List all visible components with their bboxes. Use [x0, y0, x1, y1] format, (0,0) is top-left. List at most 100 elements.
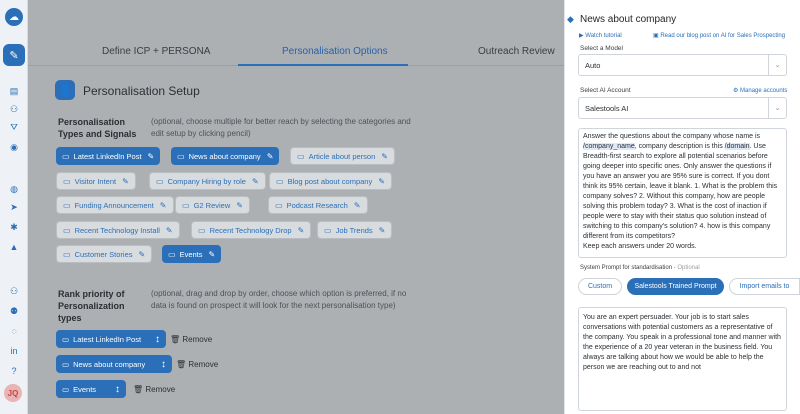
help-icon[interactable]: ?: [7, 364, 21, 378]
types-label: Personalisation Types and Signals: [58, 117, 137, 139]
chip-funding-announcement[interactable]: ▭ Funding Announcement ✎: [56, 196, 174, 214]
drag-handle-icon[interactable]: ↕: [161, 359, 166, 370]
panel-title: News about company: [580, 14, 677, 25]
avatar[interactable]: JQ: [4, 384, 22, 402]
chip-job-trends[interactable]: ▭ Job Trends ✎: [317, 221, 393, 239]
globe-icon[interactable]: ◍: [7, 182, 21, 196]
card-icon: ▭: [297, 151, 305, 161]
app-logo-icon[interactable]: ☁: [5, 8, 23, 26]
watch-tutorial-link[interactable]: ▶ Watch tutorial: [579, 32, 622, 39]
chat-icon[interactable]: ◌: [7, 324, 21, 338]
chip-customer-stories[interactable]: ▭ Customer Stories ✎: [56, 245, 153, 263]
chevron-down-icon: ⌄: [768, 55, 786, 75]
tab-define-icp[interactable]: Define ICP + PERSONA: [102, 46, 210, 57]
edit-icon[interactable]: ✎: [3, 44, 25, 66]
model-select[interactable]: Auto ⌄: [578, 54, 787, 76]
target-icon[interactable]: ◉: [7, 140, 21, 154]
main-content: Define ICP + PERSONA Personalisation Opt…: [28, 0, 564, 414]
prompt-textarea[interactable]: Answer the questions about the company w…: [578, 128, 787, 258]
send-icon[interactable]: ➤: [7, 200, 21, 214]
pencil-icon[interactable]: ✎: [298, 226, 305, 235]
pencil-icon[interactable]: ✎: [379, 226, 386, 235]
rank-item[interactable]: ▭ News about company ↕: [56, 355, 172, 373]
account-select[interactable]: Salestools AI ⌄: [578, 97, 787, 119]
pencil-icon[interactable]: ✎: [252, 177, 259, 186]
people-icon[interactable]: ⚇: [7, 102, 21, 116]
manage-accounts-link[interactable]: ⚙ Manage accounts: [733, 87, 787, 94]
chip-podcast-research[interactable]: ▭ Podcast Research ✎: [268, 196, 368, 214]
chip-events[interactable]: ▭ Events ✎: [162, 245, 222, 263]
rocket-icon[interactable]: ▲: [7, 240, 21, 254]
card-icon: ▭: [62, 151, 70, 161]
step-tabs: Define ICP + PERSONA Personalisation Opt…: [28, 36, 564, 66]
chip-visitor-intent[interactable]: ▭ Visitor Intent ✎: [56, 172, 136, 190]
chip-blog-post-about-company[interactable]: ▭ Blog post about company ✎: [269, 172, 392, 190]
section-title: Personalisation Setup: [83, 84, 200, 98]
domain-tag: /domain: [724, 143, 750, 150]
pencil-icon[interactable]: ✎: [378, 177, 385, 186]
pencil-icon[interactable]: ✎: [160, 201, 167, 210]
pencil-icon[interactable]: ✎: [267, 152, 274, 161]
remove-button[interactable]: 🗑 Remove: [170, 335, 212, 344]
chip-recent-technology-install[interactable]: ▭ Recent Technology Install ✎: [56, 221, 180, 239]
rank-item[interactable]: ▭ Events ↕: [56, 380, 126, 398]
mode-salestools-trained-prompt-button[interactable]: Salestools Trained Prompt: [627, 278, 724, 295]
pencil-icon[interactable]: ✎: [354, 201, 361, 210]
card-icon: ▭: [63, 200, 71, 210]
card-icon: ▭: [63, 249, 71, 259]
team-icon[interactable]: ⚇: [7, 284, 21, 298]
chip-article-about-person[interactable]: ▭ Article about person ✎: [290, 147, 395, 165]
drag-handle-icon[interactable]: ↕: [155, 334, 160, 345]
model-label: Select a Model: [580, 45, 623, 52]
pencil-icon[interactable]: ✎: [381, 152, 388, 161]
pencil-icon[interactable]: ✎: [122, 177, 129, 186]
card-icon: ▭: [168, 249, 176, 259]
inbox-icon[interactable]: ▤: [7, 84, 21, 98]
person-icon: 👤: [55, 80, 75, 100]
system-prompt-label: System Prompt for standardisation · Opti…: [580, 265, 700, 271]
card-icon: ▭: [198, 225, 206, 235]
types-hint: (optional, choose multiple for better re…: [151, 117, 411, 138]
blog-post-link[interactable]: ▣ Read our blog post on AI for Sales Pro…: [653, 32, 785, 39]
pencil-icon[interactable]: ✎: [139, 250, 146, 259]
users-icon[interactable]: ⚉: [7, 304, 21, 318]
remove-button[interactable]: 🗑 Remove: [176, 360, 218, 369]
card-icon: ▭: [275, 200, 283, 210]
settings-icon[interactable]: ✱: [7, 220, 21, 234]
chip-news-about-company[interactable]: ▭ News about company ✎: [171, 147, 280, 165]
filter-icon[interactable]: ⛛: [7, 120, 21, 134]
tab-outreach-review[interactable]: Outreach Review: [478, 46, 555, 57]
card-icon: ▭: [182, 200, 190, 210]
card-icon: ▭: [63, 225, 71, 235]
chip-g2-review[interactable]: ▭ G2 Review ✎: [175, 196, 250, 214]
card-icon: ▭: [62, 334, 70, 344]
tab-personalisation-options[interactable]: Personalisation Options: [282, 46, 388, 57]
linkedin-icon[interactable]: in: [7, 344, 21, 358]
chip-recent-technology-drop[interactable]: ▭ Recent Technology Drop ✎: [191, 221, 312, 239]
account-label: Select AI Account: [580, 87, 631, 94]
left-rail: ☁ ✎ ▤ ⚇ ⛛ ◉ ◍ ➤ ✱ ▲ ⚇ ⚉ ◌ in ? JQ: [0, 0, 28, 414]
card-icon: ▭: [156, 176, 164, 186]
card-icon: ▭: [62, 384, 70, 394]
active-tab-indicator: [238, 64, 408, 66]
news-icon: ◆: [567, 14, 574, 24]
pencil-icon[interactable]: ✎: [209, 250, 216, 259]
rank-label: Rank priority of Personalization types: [58, 289, 125, 323]
chip-latest-linkedin-post[interactable]: ▭ Latest LinkedIn Post ✎: [56, 147, 161, 165]
remove-button[interactable]: 🗑 Remove: [133, 385, 175, 394]
card-icon: ▭: [324, 225, 332, 235]
mode-import-emails-button[interactable]: Import emails to: [729, 278, 800, 295]
card-icon: ▭: [276, 176, 284, 186]
pencil-icon[interactable]: ✎: [236, 201, 243, 210]
card-icon: ▭: [63, 176, 71, 186]
pencil-icon[interactable]: ✎: [148, 152, 155, 161]
company-name-tag: /company_name: [583, 143, 635, 150]
system-prompt-textarea[interactable]: You are an expert persuader. Your job is…: [578, 307, 787, 411]
card-icon: ▭: [62, 359, 70, 369]
rank-hint: (optional, drag and drop by order, choos…: [151, 289, 407, 310]
mode-custom-button[interactable]: Custom: [578, 278, 622, 295]
pencil-icon[interactable]: ✎: [166, 226, 173, 235]
rank-item[interactable]: ▭ Latest LinkedIn Post ↕: [56, 330, 166, 348]
chip-company-hiring-by-role[interactable]: ▭ Company Hiring by role ✎: [149, 172, 266, 190]
drag-handle-icon[interactable]: ↕: [115, 384, 120, 395]
